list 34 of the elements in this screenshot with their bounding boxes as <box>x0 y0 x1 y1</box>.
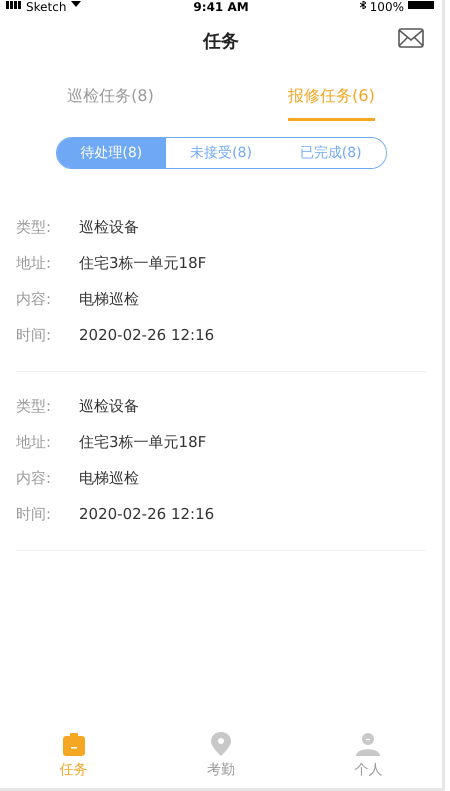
signal-icon <box>6 1 22 9</box>
mail-icon[interactable] <box>398 28 424 48</box>
battery-icon <box>408 1 436 9</box>
bottom-tab[interactable]: 个人 <box>313 730 424 782</box>
field-label: 时间: <box>16 504 52 525</box>
field-value: 2020-02-26 12:16 <box>79 324 214 346</box>
field-label: 地址: <box>16 432 52 453</box>
page-title: 任务 <box>203 30 239 54</box>
field-value: 电梯巡检 <box>79 288 139 310</box>
battery-percent: 100% <box>370 1 404 14</box>
field-value: 住宅3栋一单元18F <box>79 432 206 453</box>
field-label: 地址: <box>16 252 52 274</box>
field-value: 2020-02-26 12:16 <box>79 504 214 525</box>
briefcase-icon <box>62 732 86 756</box>
wifi-icon <box>70 1 82 7</box>
field-value: 住宅3栋一单元18F <box>79 252 206 274</box>
location-pin-icon <box>210 732 231 756</box>
task-tab[interactable]: 报修任务(6) <box>288 84 375 122</box>
status-time: 9:41 AM <box>193 1 249 14</box>
carrier-name: Sketch <box>26 1 66 14</box>
field-label: 类型: <box>16 396 52 417</box>
field-value: 巡检设备 <box>79 216 139 238</box>
field-label: 时间: <box>16 324 52 346</box>
field-value: 巡检设备 <box>79 396 139 417</box>
task-tab[interactable]: 巡检任务(8) <box>67 84 154 122</box>
field-label: 类型: <box>16 216 52 238</box>
field-value: 电梯巡检 <box>79 468 139 489</box>
person-icon <box>356 732 380 756</box>
bluetooth-icon <box>360 1 366 9</box>
field-label: 内容: <box>16 468 52 489</box>
filter-tab[interactable]: 待处理(8) <box>56 138 166 168</box>
bottom-tab[interactable]: 考勤 <box>166 730 276 782</box>
field-label: 内容: <box>16 288 52 310</box>
bottom-tab[interactable]: 任务 <box>18 730 129 782</box>
